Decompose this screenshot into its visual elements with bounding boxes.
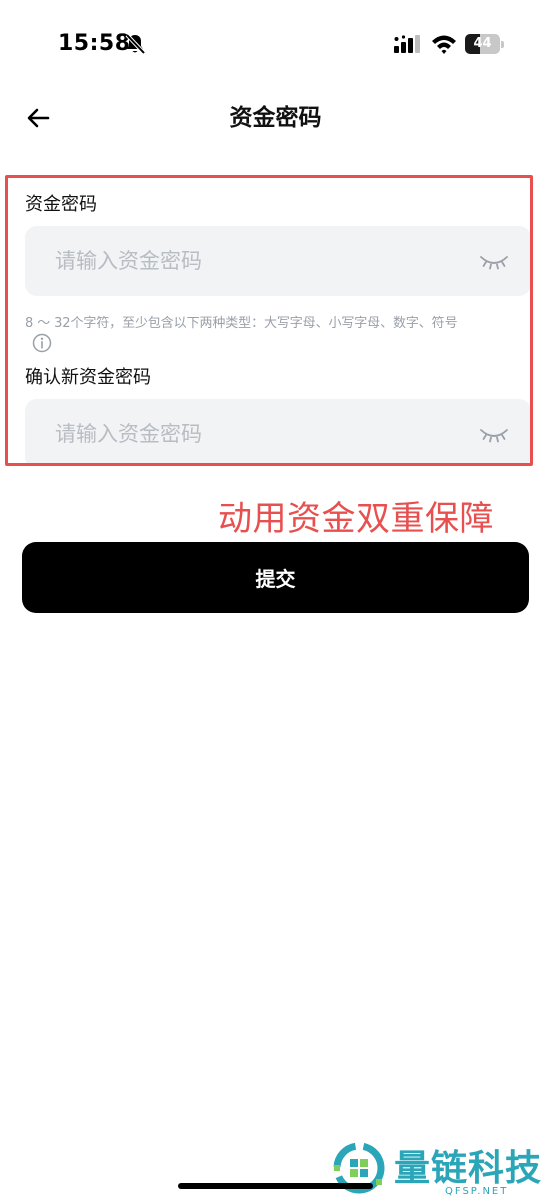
password-input[interactable]: [25, 226, 465, 296]
submit-button[interactable]: 提交: [22, 542, 529, 613]
home-indicator[interactable]: [178, 1183, 373, 1189]
annotation-text: 动用资金双重保障: [218, 499, 494, 539]
battery-body: 44: [465, 34, 500, 54]
password-form: 资金密码 8 ～ 32个字符，至少包含以下两种类型：大写字母、小写字母、数字、符…: [5, 175, 533, 466]
password-hint: 8 ～ 32个字符，至少包含以下两种类型：大写字母、小写字母、数字、符号: [25, 316, 458, 331]
watermark-url: QFSP.NET: [445, 1186, 509, 1197]
password-input-box: [25, 226, 530, 296]
page-title: 资金密码: [229, 105, 322, 131]
confirm-password-input-box: [25, 399, 530, 463]
battery-tip: [501, 41, 504, 48]
confirm-password-label: 确认新资金密码: [25, 367, 151, 388]
arrow-left-icon: [27, 108, 50, 128]
password-label: 资金密码: [25, 194, 97, 215]
confirm-password-input[interactable]: [25, 399, 465, 463]
watermark-name: 量链科技: [394, 1148, 543, 1189]
battery-level: 44: [473, 36, 492, 51]
wifi-icon: [432, 35, 456, 54]
status-bar: 15:58 44: [0, 0, 551, 90]
info-icon[interactable]: [32, 333, 52, 353]
battery-icon: 44: [465, 34, 505, 54]
status-time: 15:58: [58, 31, 131, 56]
watermark: 量链科技 QFSP.NET: [330, 1135, 551, 1200]
header: 资金密码: [0, 90, 551, 146]
signal-icon: [394, 35, 420, 53]
back-button[interactable]: [18, 98, 58, 138]
eye-closed-icon[interactable]: [479, 422, 509, 446]
eye-closed-icon[interactable]: [479, 249, 509, 273]
bell-off-icon: [125, 33, 146, 55]
